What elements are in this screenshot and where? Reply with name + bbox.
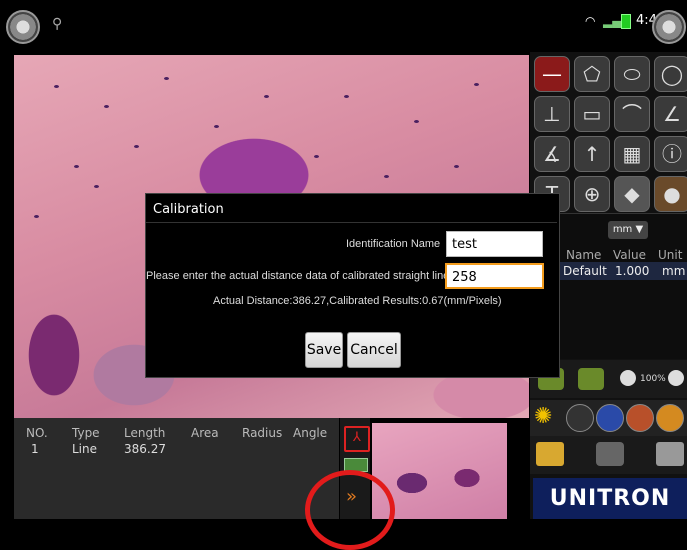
circle-tool-icon[interactable]: ◯ (654, 56, 687, 92)
wifi-icon: ◠ (585, 14, 596, 28)
status-bar: ⚲ ◠ ▂▄▆ 4:49 (0, 0, 687, 52)
crosshair-tool-icon[interactable]: ⊕ (574, 176, 610, 212)
rectangle-tool-icon[interactable]: ▭ (574, 96, 610, 132)
zoom-out-icon[interactable] (668, 370, 684, 386)
unit-header-unit: Unit (658, 248, 683, 262)
settings-gear-right-icon[interactable] (652, 10, 686, 44)
zoom-level: 100% (640, 374, 666, 384)
camera-icon[interactable] (596, 442, 624, 466)
color-blue-icon[interactable] (596, 404, 624, 432)
usb-icon: ⚲ (52, 16, 63, 32)
calibration-result: Actual Distance:386.27,Calibrated Result… (213, 295, 502, 307)
distance-input[interactable]: 258 (445, 263, 544, 289)
angle-tool-icon[interactable]: ∠ (654, 96, 687, 132)
unitron-logo: UNITRON (533, 478, 687, 519)
identification-input[interactable]: test (446, 231, 543, 257)
arrow-tool-icon[interactable]: ↑ (574, 136, 610, 172)
dialog-title: Calibration (153, 202, 224, 217)
ellipse-tool-icon[interactable]: ⬭ (614, 56, 650, 92)
arc-tool-icon[interactable]: ⌒ (614, 96, 650, 132)
distance-label: Please enter the actual distance data of… (146, 270, 450, 282)
table-row[interactable]: 1 Line 386.27 (14, 418, 339, 458)
folder-icon[interactable] (536, 442, 564, 466)
bottom-tools (530, 436, 687, 474)
pdf-export-icon[interactable]: ⅄ (344, 426, 370, 452)
save-button[interactable]: Save (305, 332, 343, 368)
palette-tool-icon[interactable]: ● (654, 176, 687, 212)
unit-header-value: Value (613, 248, 646, 262)
save-disk-icon[interactable] (656, 442, 684, 466)
multi-line-tool-icon[interactable]: ⊥ (534, 96, 570, 132)
color-bar: ✺ (530, 400, 687, 436)
brightness-icon[interactable]: ✺ (534, 404, 560, 430)
cancel-button[interactable]: Cancel (347, 332, 401, 368)
unit-select[interactable]: mm ▼ (608, 221, 648, 239)
settings-gear-icon[interactable] (6, 10, 40, 44)
zoom-actual-icon[interactable] (578, 368, 604, 390)
dialog-divider (146, 222, 557, 223)
calibration-dialog: Calibration Identification Name test Ple… (145, 193, 560, 378)
line-tool-icon[interactable]: — (534, 56, 570, 92)
battery-icon (621, 14, 631, 29)
zoom-in-icon[interactable] (620, 370, 636, 386)
color-orange-icon[interactable] (626, 404, 654, 432)
eraser-tool-icon[interactable]: ◆ (614, 176, 650, 212)
identification-label: Identification Name (346, 238, 441, 250)
unit-header-name: Name (566, 248, 602, 262)
info-tool-icon[interactable]: ⓘ (654, 136, 687, 172)
polygon-tool-icon[interactable]: ⬠ (574, 56, 610, 92)
highlight-circle (305, 470, 395, 550)
measurement-table: NO. Type Length Area Radius Angle 1 Line… (14, 418, 339, 519)
grid-tool-icon[interactable]: ▦ (614, 136, 650, 172)
angle-measure-tool-icon[interactable]: ∡ (534, 136, 570, 172)
color-black-icon[interactable] (566, 404, 594, 432)
color-yellow-icon[interactable] (656, 404, 684, 432)
